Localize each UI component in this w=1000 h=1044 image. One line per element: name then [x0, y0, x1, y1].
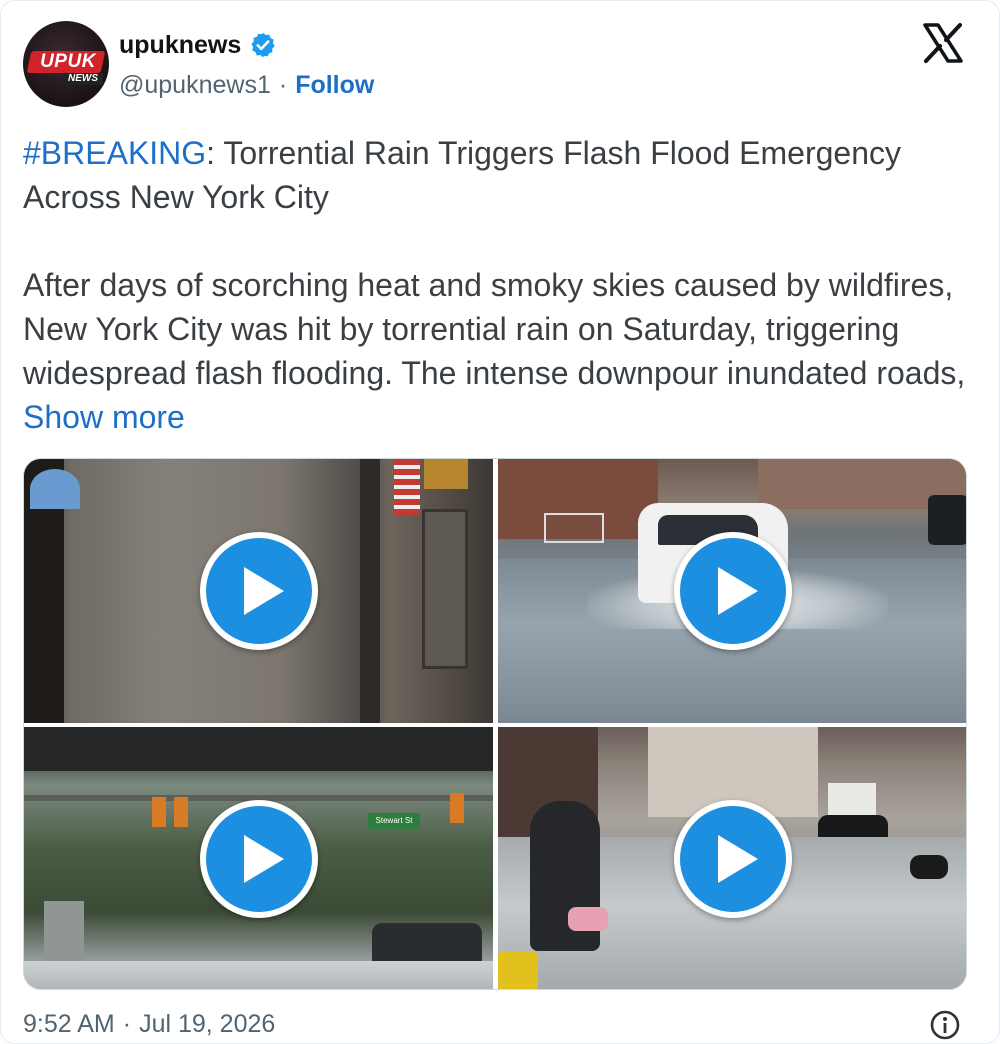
play-button[interactable] [674, 532, 792, 650]
dark-car [928, 495, 966, 545]
video-thumbnail-subway[interactable] [24, 459, 493, 723]
flooded-road [24, 961, 493, 989]
hashtag-link[interactable]: #BREAKING [23, 135, 206, 171]
display-name[interactable]: upuknews [119, 31, 241, 60]
train-window [422, 509, 468, 669]
info-icon[interactable] [929, 1009, 961, 1041]
tweet-card: UPUK NEWS upuknews @upuknews1 · Follow #… [0, 0, 1000, 1044]
delivery-truck [828, 783, 876, 815]
umbrella-shape [30, 469, 80, 509]
train-door-edge [360, 459, 380, 723]
traffic-light [450, 793, 464, 823]
play-button[interactable] [200, 800, 318, 918]
timestamp-separator: · [122, 1009, 132, 1038]
handle-row: @upuknews1 · Follow [119, 67, 374, 103]
follow-button[interactable]: Follow [295, 71, 374, 100]
railing [544, 513, 604, 543]
street-sign: Stewart St [368, 813, 420, 829]
floating-debris [910, 855, 948, 879]
delivery-bag [498, 951, 538, 989]
name-row: upuknews [119, 27, 277, 63]
play-button[interactable] [200, 532, 318, 650]
tweet-headline: #BREAKING: Torrential Rain Triggers Flas… [23, 131, 973, 219]
video-thumbnail-suv[interactable] [498, 459, 966, 723]
media-grid: Stewart St [23, 458, 967, 990]
handle-separator: · [278, 70, 288, 99]
play-button[interactable] [674, 800, 792, 918]
avatar[interactable]: UPUK NEWS [23, 21, 109, 107]
video-thumbnail-rider[interactable] [498, 727, 966, 989]
tweet-body: After days of scorching heat and smoky s… [23, 263, 973, 439]
utility-box [44, 901, 84, 961]
avatar-logo-subtext: NEWS [63, 73, 103, 85]
x-logo-icon[interactable] [919, 19, 967, 67]
body-text: After days of scorching heat and smoky s… [23, 267, 966, 391]
verified-badge-icon [249, 31, 277, 59]
pink-bag [568, 907, 608, 931]
tweet-timestamp[interactable]: 9:52 AM · Jul 19, 2026 [23, 1007, 275, 1041]
video-thumbnail-intersection[interactable]: Stewart St [24, 727, 493, 989]
traffic-light [152, 797, 166, 827]
date: Jul 19, 2026 [139, 1009, 276, 1038]
time: 9:52 AM [23, 1009, 115, 1038]
show-more-link[interactable]: Show more [23, 399, 185, 435]
overpass [24, 727, 493, 771]
handle[interactable]: @upuknews1 [119, 71, 271, 100]
flag-decal [394, 459, 420, 515]
train-sign [424, 459, 468, 489]
traffic-light [174, 797, 188, 827]
avatar-logo-text: UPUK [40, 51, 96, 72]
